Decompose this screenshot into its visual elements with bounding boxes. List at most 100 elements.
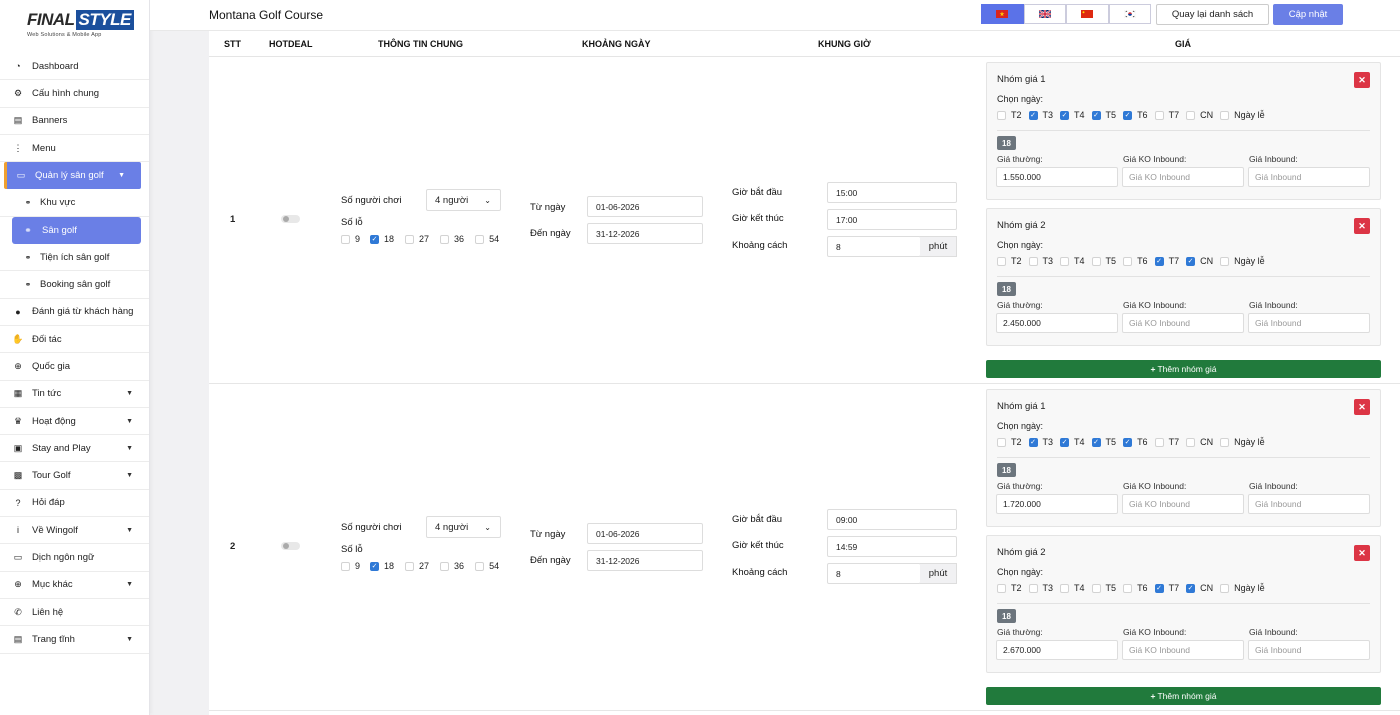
day-option[interactable]: CN — [1186, 583, 1213, 593]
checkbox[interactable] — [1091, 256, 1101, 266]
end-time-input[interactable]: 17:00 — [827, 209, 957, 230]
checkbox[interactable] — [1220, 583, 1230, 593]
end-time-input[interactable]: 14:59 — [827, 536, 957, 557]
hole-option[interactable]: 36 — [440, 234, 464, 244]
inbound-price-input[interactable]: Giá Inbound — [1248, 494, 1370, 514]
delete-group-button[interactable]: ✕ — [1354, 399, 1370, 415]
delete-group-button[interactable]: ✕ — [1354, 218, 1370, 234]
day-option[interactable]: T4 — [1060, 110, 1085, 120]
sidebar-item-general-config[interactable]: ⚙ Cấu hình chung — [0, 80, 149, 108]
hole-option[interactable]: 9 — [341, 234, 360, 244]
delete-group-button[interactable]: ✕ — [1354, 72, 1370, 88]
day-option[interactable]: T3 — [1028, 437, 1053, 447]
lang-vi-button[interactable] — [981, 4, 1024, 24]
checkbox[interactable] — [440, 234, 450, 244]
checkbox[interactable] — [370, 561, 380, 571]
from-date-input[interactable]: 01-06-2026 — [587, 196, 703, 217]
checkbox[interactable] — [1186, 583, 1196, 593]
checkbox[interactable] — [1123, 256, 1133, 266]
update-button[interactable]: Cập nhật — [1273, 4, 1343, 25]
checkbox[interactable] — [1220, 437, 1230, 447]
day-option[interactable]: Ngày lễ — [1220, 583, 1265, 593]
hole-option[interactable]: 54 — [475, 234, 499, 244]
lang-ko-button[interactable] — [1108, 4, 1151, 24]
hole-option[interactable]: 27 — [405, 234, 429, 244]
checkbox[interactable] — [440, 561, 450, 571]
day-option[interactable]: Ngày lễ — [1220, 437, 1265, 447]
day-option[interactable]: T2 — [997, 256, 1022, 266]
checkbox[interactable] — [997, 583, 1006, 593]
checkbox[interactable] — [405, 561, 415, 571]
checkbox[interactable] — [1220, 256, 1230, 266]
non-inbound-price-input[interactable]: Giá KO Inbound — [1122, 494, 1244, 514]
sidebar-item-tour-golf[interactable]: ▩ Tour Golf ▼ — [0, 462, 149, 490]
checkbox[interactable] — [1028, 437, 1038, 447]
interval-input[interactable]: 8 — [827, 236, 921, 257]
checkbox[interactable] — [1186, 437, 1196, 447]
checkbox[interactable] — [1060, 110, 1070, 120]
checkbox[interactable] — [1028, 256, 1038, 266]
day-option[interactable]: T3 — [1028, 583, 1053, 593]
checkbox[interactable] — [1154, 256, 1164, 266]
checkbox[interactable] — [1123, 110, 1133, 120]
day-option[interactable]: T5 — [1091, 256, 1116, 266]
regular-price-input[interactable]: 2.670.000 — [996, 640, 1118, 660]
start-time-input[interactable]: 09:00 — [827, 509, 957, 530]
checkbox[interactable] — [1091, 437, 1101, 447]
day-option[interactable]: T7 — [1154, 437, 1179, 447]
checkbox[interactable] — [1123, 583, 1133, 593]
regular-price-input[interactable]: 1.550.000 — [996, 167, 1118, 187]
day-option[interactable]: CN — [1186, 256, 1213, 266]
checkbox[interactable] — [1091, 110, 1101, 120]
sidebar-item-menu[interactable]: ⋮ Menu — [0, 135, 149, 163]
day-option[interactable]: T4 — [1060, 437, 1085, 447]
hole-option[interactable]: 18 — [370, 561, 394, 571]
checkbox[interactable] — [1060, 583, 1070, 593]
players-select[interactable]: 4 người ⌄ — [426, 189, 501, 211]
hotdeal-toggle[interactable] — [281, 542, 300, 550]
checkbox[interactable] — [1220, 110, 1230, 120]
players-select[interactable]: 4 người ⌄ — [426, 516, 501, 538]
sidebar-item-partners[interactable]: ✋ Đối tác — [0, 326, 149, 354]
hole-option[interactable]: 27 — [405, 561, 429, 571]
sidebar-item-golf-course[interactable]: ⚭ Sân golf — [12, 216, 141, 245]
start-time-input[interactable]: 15:00 — [827, 182, 957, 203]
checkbox[interactable] — [1060, 256, 1070, 266]
sidebar-item-reviews[interactable]: ● Đánh giá từ khách hàng — [0, 299, 149, 326]
sidebar-item-other[interactable]: ⊕ Mục khác ▼ — [0, 572, 149, 599]
day-option[interactable]: T6 — [1123, 437, 1148, 447]
from-date-input[interactable]: 01-06-2026 — [587, 523, 703, 544]
checkbox[interactable] — [1186, 256, 1196, 266]
checkbox[interactable] — [997, 437, 1006, 447]
sidebar-item-news[interactable]: ▦ Tin tức ▼ — [0, 381, 149, 408]
sidebar-item-banners[interactable]: ▤ Banners — [0, 108, 149, 135]
hotdeal-toggle[interactable] — [281, 215, 300, 223]
checkbox[interactable] — [997, 256, 1006, 266]
day-option[interactable]: CN — [1186, 110, 1213, 120]
day-option[interactable]: T2 — [997, 583, 1022, 593]
checkbox[interactable] — [1154, 437, 1164, 447]
inbound-price-input[interactable]: Giá Inbound — [1248, 167, 1370, 187]
checkbox[interactable] — [1028, 583, 1038, 593]
day-option[interactable]: T6 — [1123, 583, 1148, 593]
delete-group-button[interactable]: ✕ — [1354, 545, 1370, 561]
lang-zh-button[interactable] — [1066, 4, 1109, 24]
checkbox[interactable] — [1060, 437, 1070, 447]
day-option[interactable]: T6 — [1123, 110, 1148, 120]
sidebar-item-dashboard[interactable]: ◔ Dashboard — [0, 53, 149, 81]
sidebar-item-translation[interactable]: ▭ Dịch ngôn ngữ — [0, 544, 149, 572]
checkbox[interactable] — [1154, 583, 1164, 593]
day-option[interactable]: T5 — [1091, 110, 1116, 120]
day-option[interactable]: T6 — [1123, 256, 1148, 266]
to-date-input[interactable]: 31-12-2026 — [587, 550, 703, 571]
day-option[interactable]: T3 — [1028, 110, 1053, 120]
day-option[interactable]: T7 — [1154, 110, 1179, 120]
checkbox[interactable] — [341, 234, 350, 244]
sidebar-item-area[interactable]: ⚭ Khu vực — [0, 189, 149, 217]
checkbox[interactable] — [997, 110, 1006, 120]
checkbox[interactable] — [475, 561, 485, 571]
sidebar-item-countries[interactable]: ⊕ Quốc gia — [0, 353, 149, 381]
sidebar-item-faq[interactable]: ? Hỏi đáp — [0, 490, 149, 518]
inbound-price-input[interactable]: Giá Inbound — [1248, 313, 1370, 333]
non-inbound-price-input[interactable]: Giá KO Inbound — [1122, 313, 1244, 333]
